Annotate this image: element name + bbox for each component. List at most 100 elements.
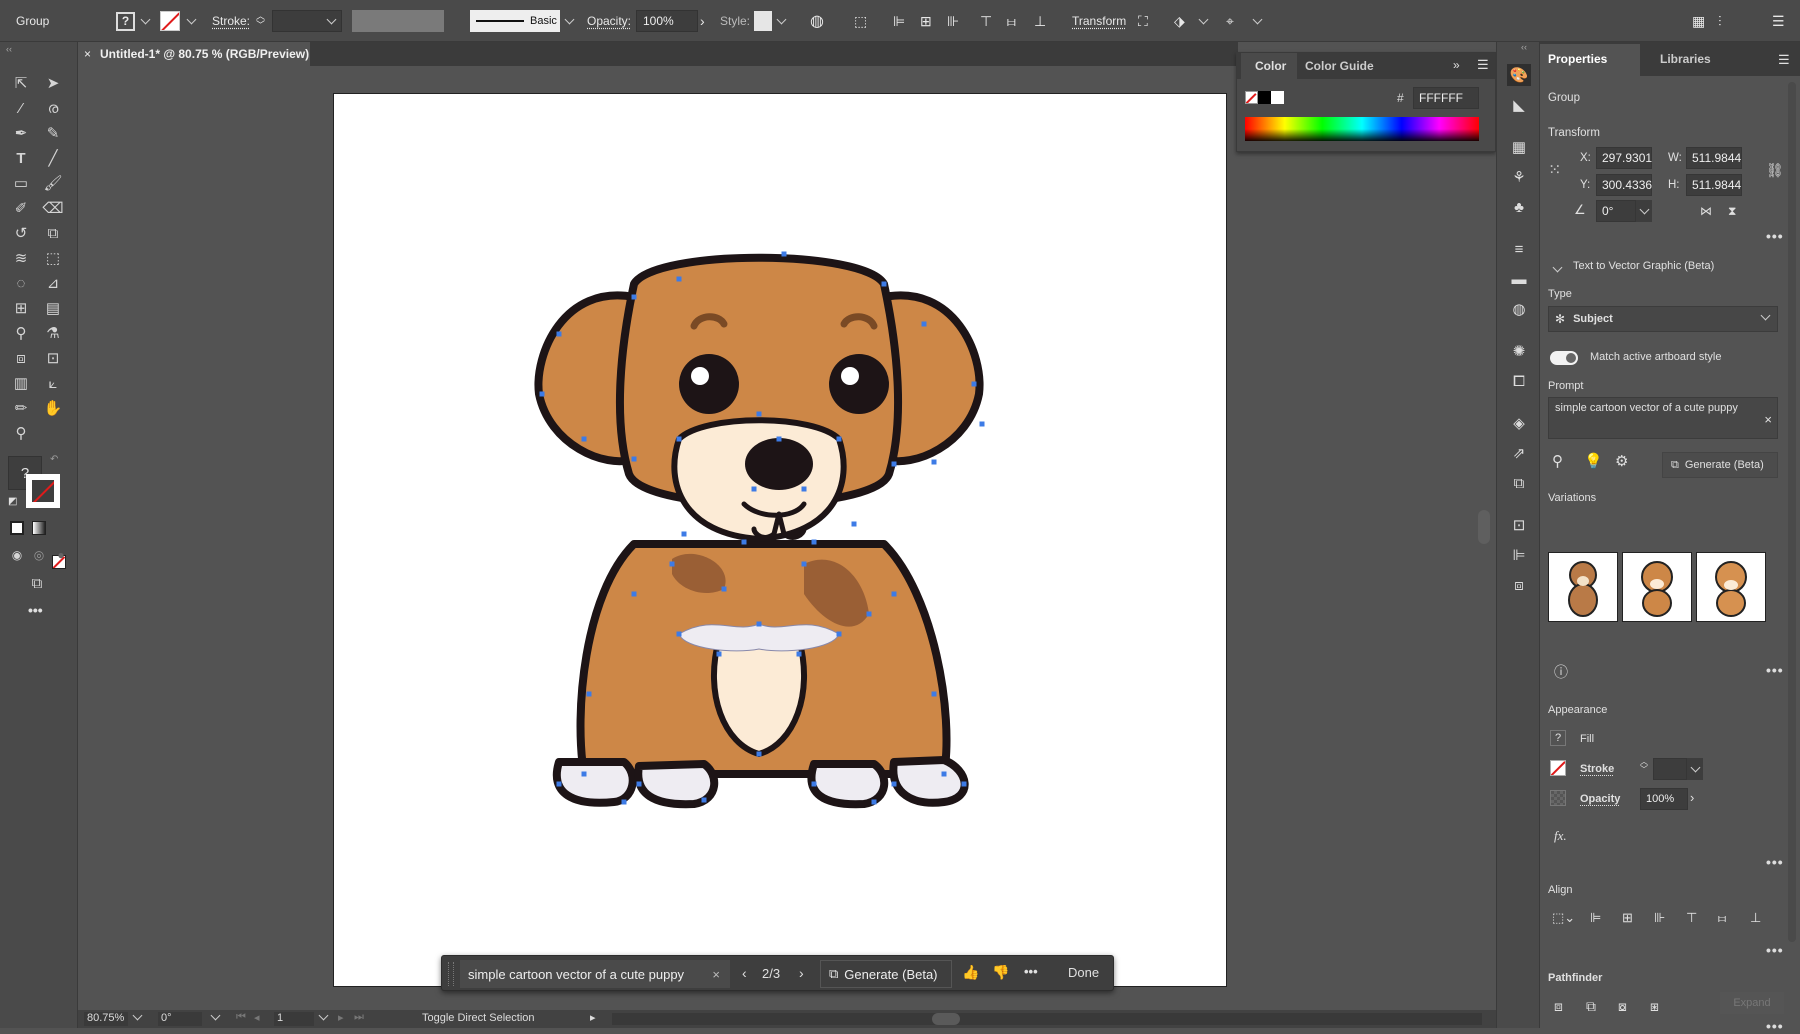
eraser-tool-icon[interactable]: ⌫: [40, 197, 66, 219]
gradient-panel-icon[interactable]: ▬: [1507, 268, 1531, 290]
info-icon[interactable]: ⓘ: [1554, 662, 1568, 682]
rotation-input[interactable]: 0°: [1596, 200, 1636, 222]
generate-button[interactable]: ⧉ Generate (Beta): [820, 960, 952, 988]
anchor-point[interactable]: [801, 561, 807, 567]
collapse-icon[interactable]: »: [1453, 58, 1460, 72]
clear-prompt-icon[interactable]: ×: [712, 967, 720, 982]
type-tool-icon[interactable]: T: [8, 147, 34, 169]
anchor-point[interactable]: [556, 781, 562, 787]
flip-horizontal-icon[interactable]: ⋈: [1700, 204, 1712, 218]
artboard-number-input[interactable]: 1: [274, 1012, 314, 1026]
recolor-artwork-icon[interactable]: ◍: [810, 0, 824, 42]
stroke-label[interactable]: Stroke:: [212, 0, 250, 42]
anchor-point[interactable]: [581, 771, 587, 777]
edit-toolbar-icon[interactable]: •••: [28, 602, 43, 618]
stroke-weight-input[interactable]: [1653, 758, 1687, 780]
stroke-stepper[interactable]: ︿ ﹀: [1640, 758, 1648, 774]
artboard-dropdown[interactable]: [318, 1010, 329, 1022]
puppy-artwork[interactable]: [334, 94, 1228, 988]
anchor-point[interactable]: [586, 691, 592, 697]
stroke-weight-dropdown[interactable]: [1687, 758, 1703, 780]
rectangle-tool-icon[interactable]: ▭: [8, 172, 34, 194]
flip-vertical-icon[interactable]: ⧗: [1728, 204, 1736, 219]
tab-properties[interactable]: Properties: [1548, 52, 1607, 66]
anchor-point[interactable]: [539, 391, 545, 397]
anchor-point[interactable]: [961, 781, 967, 787]
align-bottom-icon[interactable]: ⊥: [1034, 0, 1046, 42]
h-input[interactable]: 511.9844: [1686, 174, 1742, 196]
panel-menu-icon[interactable]: ☰: [1772, 0, 1785, 42]
anchor-point[interactable]: [921, 321, 927, 327]
anchor-point[interactable]: [931, 459, 937, 465]
align-right-icon[interactable]: ⊪: [947, 0, 959, 42]
column-graph-tool-icon[interactable]: ▥: [8, 372, 34, 394]
none-swatch[interactable]: [1245, 91, 1258, 104]
unite-icon[interactable]: ⧈: [1554, 998, 1563, 1015]
transparency-icon[interactable]: ◍: [1507, 298, 1531, 320]
anchor-point[interactable]: [756, 751, 762, 757]
transform-link[interactable]: Transform: [1072, 0, 1126, 42]
quick-actions-dropdown[interactable]: [1252, 0, 1263, 42]
align-top-icon[interactable]: ⊤: [1686, 910, 1697, 926]
collapse-panel-icon[interactable]: ‹‹: [6, 44, 12, 54]
color-mode-button[interactable]: [10, 521, 24, 535]
pathfinder-icon[interactable]: ⧈: [1507, 574, 1531, 596]
align-bottom-icon[interactable]: ⊥: [1750, 910, 1761, 926]
rotate-tool-icon[interactable]: ↺: [8, 222, 34, 244]
isolate-group-icon[interactable]: ⛶: [1138, 0, 1148, 42]
anchor-point[interactable]: [631, 456, 637, 462]
anchor-point[interactable]: [756, 621, 762, 627]
vertical-scrollbar-thumb[interactable]: [1478, 510, 1490, 544]
prompt-field[interactable]: simple cartoon vector of a cute puppy ×: [460, 960, 730, 988]
snap-icon[interactable]: ⫶: [1718, 0, 1722, 42]
variation-thumbnail-2[interactable]: [1622, 552, 1692, 622]
style-picker-icon[interactable]: ⚲: [1552, 452, 1563, 470]
variation-thumbnail-3[interactable]: [1696, 552, 1766, 622]
opacity-label[interactable]: Opacity:: [587, 0, 631, 42]
anchor-point[interactable]: [741, 539, 747, 545]
stroke-weight-dropdown[interactable]: [326, 0, 337, 42]
fx-button[interactable]: fx.: [1554, 828, 1567, 844]
panel-menu-icon[interactable]: ☰: [1477, 57, 1489, 73]
opacity-label[interactable]: Opacity: [1580, 793, 1620, 805]
more-options-button[interactable]: •••: [1024, 964, 1038, 979]
drag-handle[interactable]: [448, 962, 454, 986]
stroke-swatch[interactable]: [160, 0, 180, 42]
anchor-point[interactable]: [836, 631, 842, 637]
tab-color[interactable]: Color: [1241, 53, 1297, 79]
symbols-icon[interactable]: ♣: [1507, 196, 1531, 218]
paintbrush-tool-icon[interactable]: 🖌: [40, 172, 66, 194]
zoom-tool-icon[interactable]: ⚲: [8, 422, 34, 444]
rotation-dropdown[interactable]: [210, 1010, 221, 1022]
align-right-icon[interactable]: ⊪: [1654, 910, 1665, 926]
last-artboard-button[interactable]: ⏭: [354, 1011, 364, 1024]
change-screen-mode-icon[interactable]: ⧉: [24, 572, 50, 594]
anchor-point[interactable]: [941, 771, 947, 777]
align-top-icon[interactable]: ⊤: [980, 0, 992, 42]
scale-tool-icon[interactable]: ⧉: [40, 222, 66, 244]
prompt-textarea[interactable]: simple cartoon vector of a cute puppy ×: [1548, 397, 1778, 439]
zoom-level-input[interactable]: 80.75%: [84, 1012, 128, 1026]
anchor-point[interactable]: [781, 251, 787, 257]
previous-variation-button[interactable]: ‹: [742, 965, 747, 981]
first-artboard-button[interactable]: ⏮: [236, 1011, 246, 1024]
appearance-icon[interactable]: ✺: [1507, 340, 1531, 362]
anchor-point[interactable]: [716, 651, 722, 657]
brush-definition[interactable]: Basic: [470, 10, 560, 32]
anchor-point[interactable]: [676, 276, 682, 282]
intersect-icon[interactable]: ⧇: [1618, 998, 1627, 1015]
align-left-icon[interactable]: ⊫: [1590, 910, 1601, 926]
layers-icon[interactable]: ◈: [1507, 412, 1531, 434]
anchor-point[interactable]: [681, 531, 687, 537]
document-tab[interactable]: × Untitled-1* @ 80.75 % (RGB/Preview): [78, 42, 310, 66]
w-input[interactable]: 511.9844: [1686, 147, 1742, 169]
select-similar-icon[interactable]: ⬗: [1174, 0, 1185, 42]
zoom-dropdown[interactable]: [132, 1010, 143, 1022]
curvature-tool-icon[interactable]: ✎: [40, 122, 66, 144]
anchor-point[interactable]: [676, 436, 682, 442]
align-horizontal-center-icon[interactable]: ⊞: [1622, 910, 1633, 926]
collapse-section-icon[interactable]: [1552, 260, 1563, 274]
settings-gear-icon[interactable]: ⚙: [1615, 452, 1628, 470]
anchor-point[interactable]: [721, 586, 727, 592]
scrollbar-thumb[interactable]: [932, 1013, 960, 1025]
